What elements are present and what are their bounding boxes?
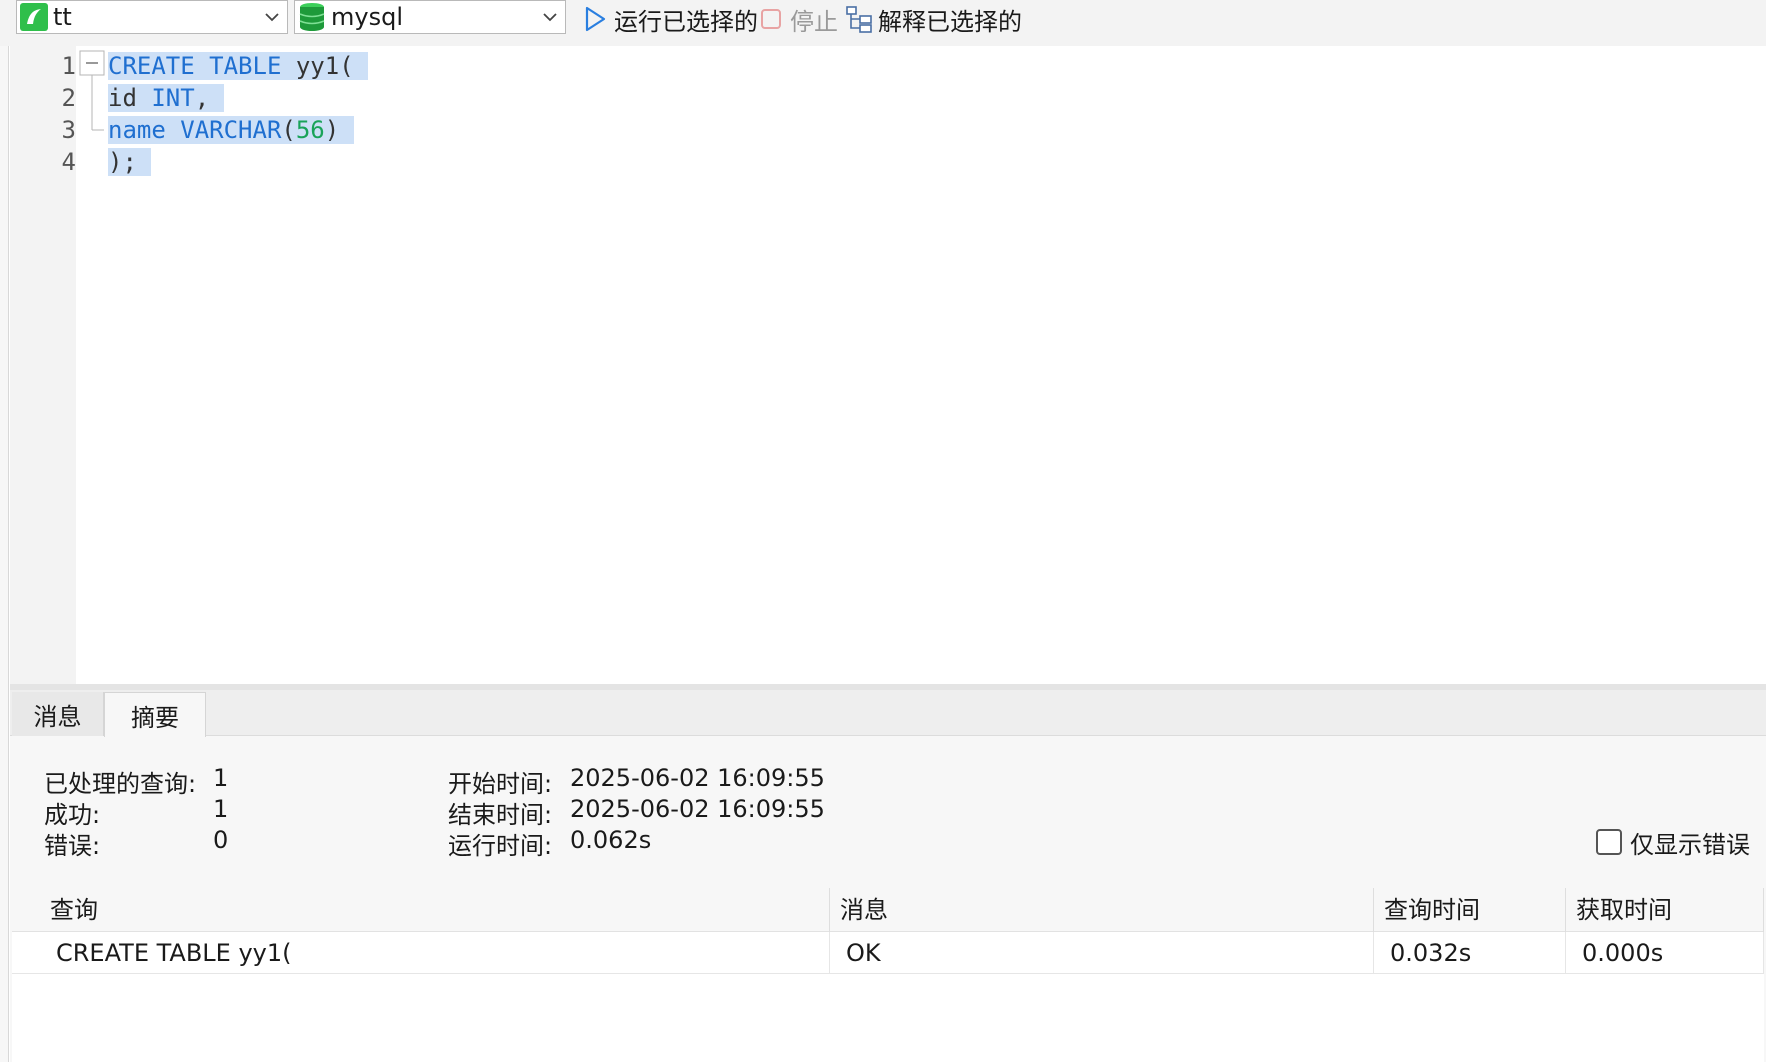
errors-label: 错误: <box>44 832 101 860</box>
explain-tree-icon <box>844 4 874 34</box>
explain-selected-label: 解释已选择的 <box>878 7 1022 36</box>
left-panel-edge <box>0 46 9 1062</box>
play-icon <box>580 4 610 34</box>
processed-queries-label: 已处理的查询: <box>44 770 197 798</box>
code-area[interactable]: CREATE TABLE yy1( id INT, name VARCHAR(5… <box>108 46 1708 684</box>
cell-fetch-time-text: 0.000s <box>1582 939 1664 967</box>
sql-text: ) <box>324 116 340 144</box>
line-number: 3 <box>61 116 76 144</box>
success-value: 1 <box>213 795 229 823</box>
sql-keyword: name <box>108 116 166 144</box>
results-grid: 查询 消息 查询时间 获取时间 CREATE TABLE yy1( id INT… <box>12 888 1764 1062</box>
sql-text: id <box>108 84 137 112</box>
stop-label: 停止 <box>790 7 838 36</box>
selection-highlight: ); <box>108 148 152 176</box>
processed-queries-value: 1 <box>213 764 229 792</box>
chevron-down-icon <box>535 12 565 22</box>
fold-marker[interactable] <box>78 46 110 684</box>
tab-messages-label: 消息 <box>33 702 82 731</box>
tab-summary[interactable]: 摘要 <box>104 692 206 737</box>
stop-icon <box>756 4 786 34</box>
code-line: ); <box>108 146 152 178</box>
database-value: mysql <box>331 3 403 31</box>
sql-text: ); <box>108 148 137 176</box>
selection-highlight: CREATE TABLE yy1( <box>108 52 369 80</box>
explain-selected-button[interactable]: 解释已选择的 <box>844 2 1022 36</box>
run-selected-button[interactable]: 运行已选择的 <box>580 2 758 36</box>
toolbar: tt mysql 运行已选择的 停止 解释已选择的 <box>0 0 1766 46</box>
errors-value: 0 <box>213 826 229 854</box>
only-show-errors-label: 仅显示错误 <box>1630 830 1750 859</box>
line-number: 4 <box>61 148 76 176</box>
sql-keyword: VARCHAR <box>180 116 282 144</box>
code-line: id INT, <box>108 82 224 114</box>
cell-query-time[interactable]: 0.032s <box>1374 932 1566 973</box>
result-tabs: 消息 摘要 <box>10 690 1766 737</box>
line-number-gutter: 1 2 3 4 <box>10 46 76 684</box>
sql-keyword: CREATE <box>108 52 195 80</box>
column-header-query-time[interactable]: 查询时间 <box>1374 888 1566 932</box>
success-label: 成功: <box>44 801 101 829</box>
tab-summary-label: 摘要 <box>131 703 179 732</box>
cell-message[interactable]: OK <box>830 932 1374 973</box>
connection-icon <box>17 1 51 33</box>
cell-query[interactable]: CREATE TABLE yy1( id INT, <box>12 932 830 973</box>
code-line: name VARCHAR(56) <box>108 114 354 146</box>
run-time-label: 运行时间: <box>448 832 553 860</box>
database-select[interactable]: mysql <box>294 0 566 34</box>
connection-select[interactable]: tt <box>16 0 288 34</box>
grid-header: 查询 消息 查询时间 获取时间 <box>12 888 1764 932</box>
checkbox-box[interactable] <box>1596 829 1622 855</box>
stop-button[interactable]: 停止 <box>756 2 838 36</box>
run-time-value: 0.062s <box>570 826 652 854</box>
line-number: 1 <box>61 52 76 80</box>
sql-text: ( <box>281 116 296 144</box>
tab-messages[interactable]: 消息 <box>12 692 104 736</box>
sql-keyword: TABLE <box>209 52 282 80</box>
only-show-errors-checkbox[interactable]: 仅显示错误 <box>1596 826 1750 859</box>
table-row[interactable]: CREATE TABLE yy1( id INT, OK 0.032s 0.00… <box>12 932 1764 974</box>
cell-fetch-time[interactable]: 0.000s <box>1566 932 1764 973</box>
result-panel: 消息 摘要 已处理的查询: 1 成功: 1 错误: 0 开始时间: 2025-0… <box>10 690 1766 1062</box>
start-time-value: 2025-06-02 16:09:55 <box>570 764 825 792</box>
connection-value: tt <box>53 3 72 31</box>
end-time-value: 2025-06-02 16:09:55 <box>570 795 825 823</box>
cell-query-text: CREATE TABLE yy1( id INT, <box>56 939 292 967</box>
sql-text: yy1( <box>281 52 354 80</box>
sql-keyword: INT <box>151 84 195 112</box>
cell-message-text: OK <box>846 939 881 967</box>
column-header-fetch-time[interactable]: 获取时间 <box>1566 888 1764 932</box>
chevron-down-icon <box>257 12 287 22</box>
start-time-label: 开始时间: <box>448 770 553 798</box>
sql-text: , <box>194 84 210 112</box>
line-number: 2 <box>61 84 76 112</box>
column-header-message[interactable]: 消息 <box>830 888 1374 932</box>
sql-number: 56 <box>295 116 325 144</box>
run-selected-label: 运行已选择的 <box>614 7 758 36</box>
end-time-label: 结束时间: <box>448 801 553 829</box>
selection-highlight: name VARCHAR(56) <box>108 116 354 144</box>
column-header-query[interactable]: 查询 <box>12 888 830 932</box>
code-line: CREATE TABLE yy1( <box>108 50 369 82</box>
cell-query-time-text: 0.032s <box>1390 939 1472 967</box>
sql-editor[interactable]: 1 2 3 4 CREATE TABLE yy1( id INT, name V… <box>10 46 1766 684</box>
database-icon <box>295 1 329 33</box>
selection-highlight: id INT, <box>108 84 224 112</box>
